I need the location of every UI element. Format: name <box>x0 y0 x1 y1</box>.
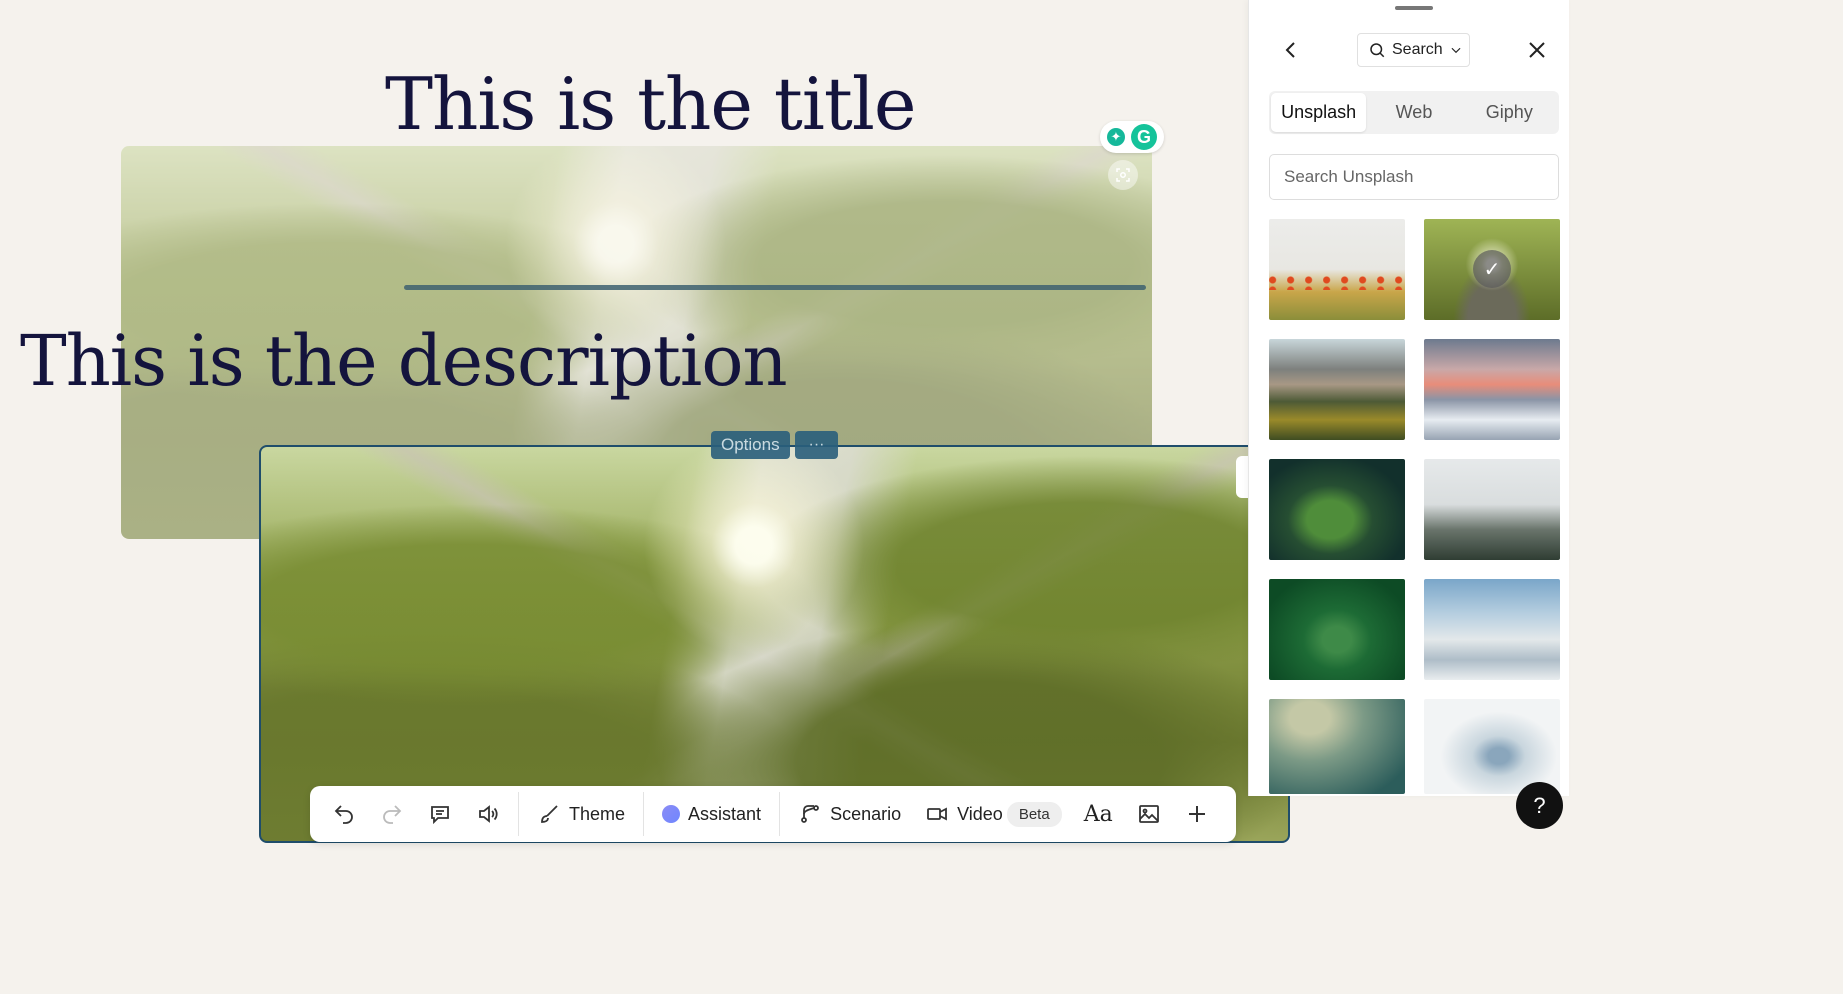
back-button[interactable] <box>1279 38 1303 62</box>
chevron-down-icon <box>1451 47 1461 54</box>
text-style-label: Aa <box>1083 801 1113 827</box>
image-thumbnail[interactable]: ✓ <box>1424 219 1560 320</box>
toolbar-divider <box>779 792 781 836</box>
toolbar-divider <box>518 792 519 836</box>
image-thumbnail[interactable] <box>1269 699 1405 794</box>
selected-image-block[interactable] <box>259 445 1290 843</box>
text-style-button[interactable]: Aa <box>1072 794 1125 834</box>
image-loading-bar <box>404 285 1146 290</box>
search-dropdown-label: Search <box>1392 41 1443 58</box>
video-camera-icon <box>927 807 948 821</box>
audio-button[interactable] <box>464 794 512 834</box>
more-options-button[interactable]: ··· <box>795 431 838 459</box>
tab-unsplash[interactable]: Unsplash <box>1271 93 1367 132</box>
unsplash-search-input[interactable] <box>1269 154 1559 200</box>
undo-icon <box>334 805 353 824</box>
search-icon <box>1370 43 1385 58</box>
comment-button[interactable] <box>416 794 464 834</box>
beta-badge: Beta <box>1006 801 1062 827</box>
slide-title[interactable]: This is the title <box>385 62 916 146</box>
video-button[interactable]: Video <box>913 794 1007 834</box>
assistant-label: Assistant <box>688 803 762 824</box>
chevron-left-icon <box>1285 42 1295 58</box>
redo-icon <box>383 805 402 824</box>
focal-point-icon[interactable] <box>1108 160 1138 190</box>
tab-web[interactable]: Web <box>1366 93 1461 132</box>
image-thumbnail[interactable] <box>1269 339 1405 440</box>
media-panel: Search Unsplash Web Giphy ✓ <box>1248 0 1569 796</box>
grammarly-suggest-icon[interactable]: ✦ <box>1107 128 1125 146</box>
source-tabs: Unsplash Web Giphy <box>1269 91 1559 134</box>
undo-button[interactable] <box>320 794 368 834</box>
comment-icon <box>431 806 449 825</box>
assistant-icon <box>662 805 681 823</box>
image-thumbnail[interactable] <box>1269 579 1405 680</box>
brush-icon <box>541 805 558 823</box>
checkmark-icon: ✓ <box>1473 250 1511 288</box>
editor-toolbar: Theme Assistant Scenario Video Beta Aa <box>310 786 1236 842</box>
add-button[interactable] <box>1173 794 1221 834</box>
image-thumbnail[interactable] <box>1424 579 1560 680</box>
grammarly-icon[interactable]: G <box>1131 124 1157 150</box>
toolbar-divider <box>643 792 645 836</box>
theme-label: Theme <box>569 803 626 824</box>
video-label: Video <box>957 803 1003 824</box>
image-thumbnail[interactable] <box>1269 459 1405 560</box>
image-thumbnail[interactable] <box>1269 219 1405 320</box>
scenario-label: Scenario <box>830 803 902 824</box>
image-icon <box>1138 805 1159 823</box>
close-icon <box>1529 42 1545 58</box>
redo-button[interactable] <box>368 794 416 834</box>
panel-drag-handle[interactable] <box>1395 6 1433 10</box>
image-results-grid: ✓ <box>1269 219 1560 794</box>
image-thumbnail[interactable] <box>1424 339 1560 440</box>
image-thumbnail[interactable] <box>1424 699 1560 794</box>
options-button[interactable]: Options <box>711 431 790 459</box>
help-button[interactable]: ? <box>1516 782 1563 829</box>
branch-icon <box>801 805 819 823</box>
slide-description[interactable]: This is the description <box>20 320 788 402</box>
image-button[interactable] <box>1125 794 1173 834</box>
search-source-dropdown[interactable]: Search <box>1357 33 1470 67</box>
plus-icon <box>1188 806 1205 822</box>
theme-button[interactable]: Theme <box>525 794 637 834</box>
image-thumbnail[interactable] <box>1424 459 1560 560</box>
scenario-button[interactable]: Scenario <box>786 794 913 834</box>
speaker-icon <box>479 805 498 823</box>
close-button[interactable] <box>1525 38 1549 62</box>
tab-giphy[interactable]: Giphy <box>1462 93 1557 132</box>
assistant-button[interactable]: Assistant <box>650 794 773 834</box>
grammarly-widget[interactable]: ✦ G <box>1100 121 1164 153</box>
